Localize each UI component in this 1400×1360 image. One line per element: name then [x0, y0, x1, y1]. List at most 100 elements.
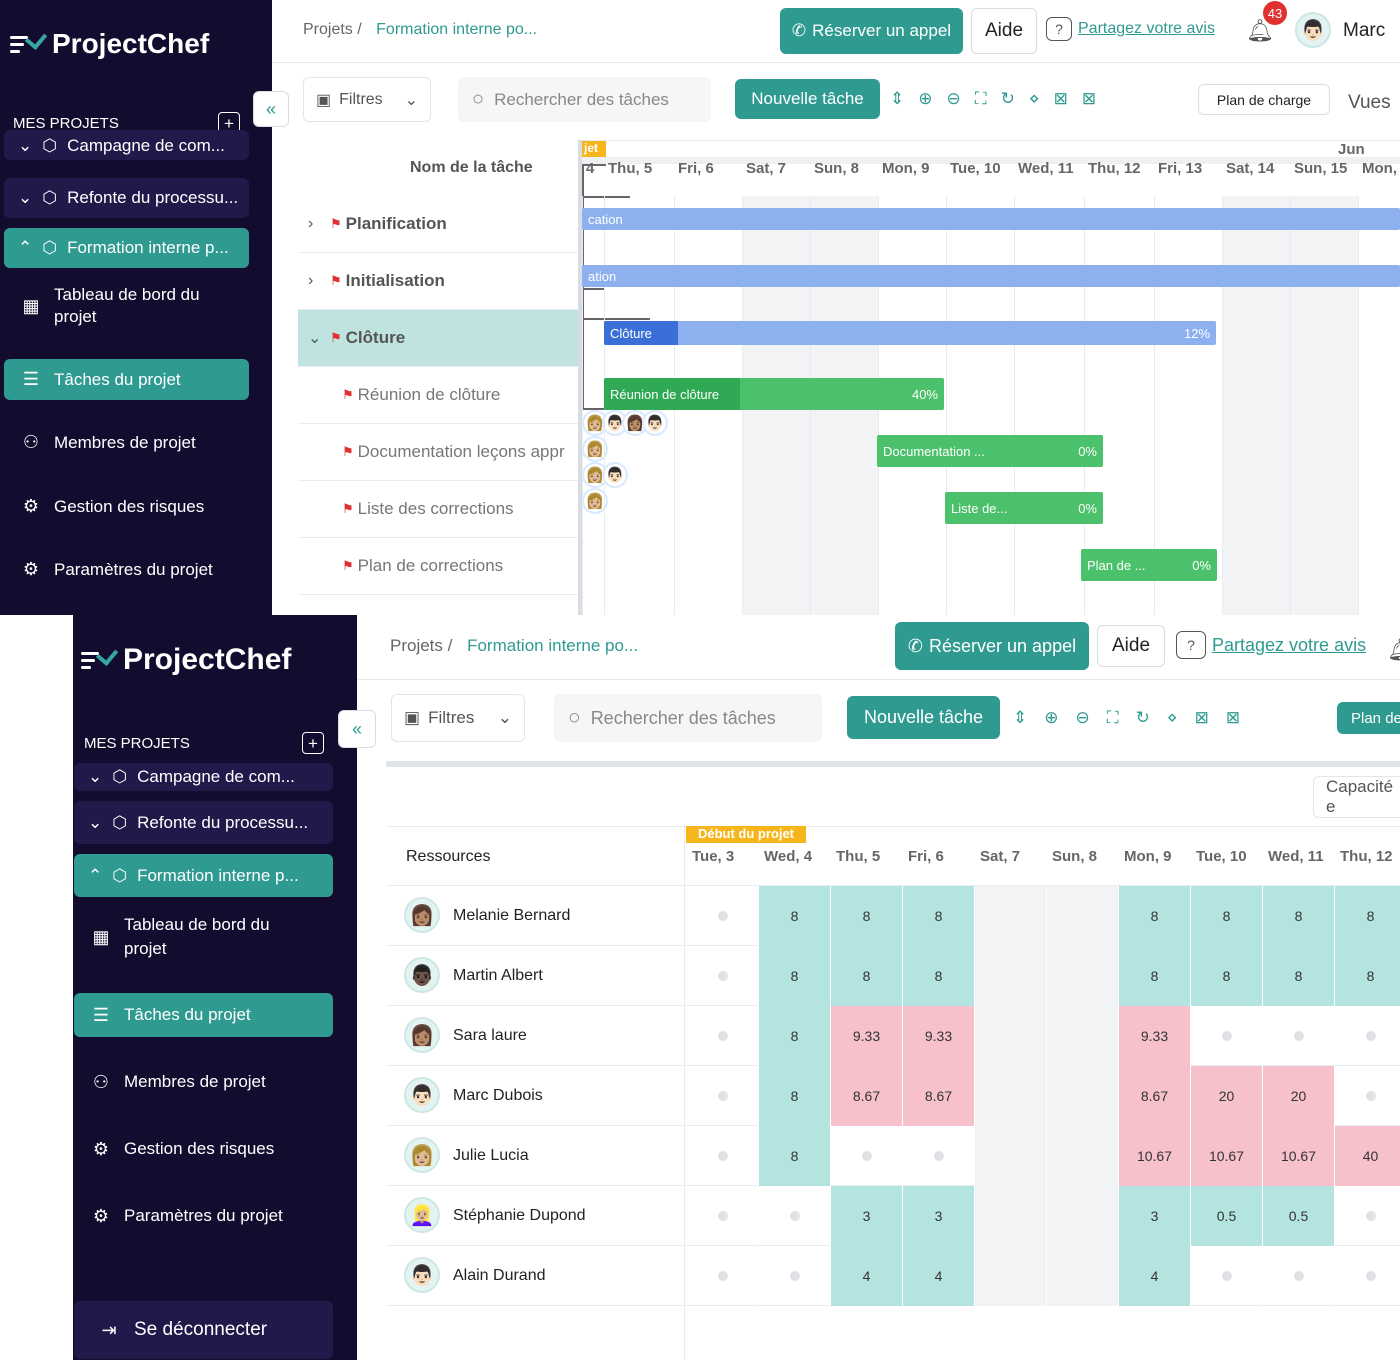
capacity-cell[interactable] — [1046, 1126, 1118, 1186]
capacity-cell[interactable]: 4 — [1118, 1246, 1190, 1306]
expand-collapse-icon[interactable]: ⇕ — [890, 89, 904, 109]
nav-tasks[interactable]: ☰ Tâches du projet — [4, 359, 249, 400]
capacity-cell[interactable] — [1046, 946, 1118, 1006]
capacity-cell[interactable] — [830, 1126, 902, 1186]
capacity-cell[interactable]: 3 — [830, 1186, 902, 1246]
collapse-sidebar-button[interactable]: « — [253, 91, 289, 127]
feedback-link[interactable]: ? Partagez votre avis — [1176, 631, 1366, 659]
collapse-sidebar-button[interactable]: « — [338, 710, 376, 748]
project-campagne[interactable]: ⌄ ⬡ Campagne de com... — [74, 763, 333, 791]
capacity-cell[interactable]: 9.33 — [1118, 1006, 1190, 1066]
capacity-cell[interactable]: 10.67 — [1262, 1126, 1334, 1186]
project-refonte[interactable]: ⌄ ⬡ Refonte du processu... — [4, 178, 249, 218]
capacity-cell[interactable]: 3 — [902, 1186, 974, 1246]
bar-initialisation[interactable]: ation — [582, 265, 1400, 287]
breadcrumb-current[interactable]: Formation interne po... — [467, 636, 638, 655]
capacity-cell[interactable]: 10.67 — [1190, 1126, 1262, 1186]
project-refonte[interactable]: ⌄ ⬡ Refonte du processu... — [74, 801, 333, 844]
capacity-cell[interactable]: 8 — [1190, 946, 1262, 1006]
search-input[interactable]: Rechercher des tâches — [494, 90, 669, 110]
task-row-task[interactable]: ⚑ Documentation leçons appr — [298, 424, 578, 481]
logout-button[interactable]: ⇥ Se déconnecter — [74, 1301, 333, 1359]
capacity-cell[interactable] — [974, 1246, 1046, 1306]
capacity-cell[interactable] — [902, 1126, 974, 1186]
capacity-dropdown[interactable]: Capacité e — [1313, 776, 1400, 818]
capacity-cell[interactable]: 8 — [758, 886, 830, 946]
resource-row[interactable]: 👱🏼‍♀️ Stéphanie Dupond 3 3 3 0.5 0.5 — [386, 1186, 1400, 1246]
share-icon[interactable]: ⋄ — [1167, 708, 1178, 728]
capacity-cell[interactable]: 0.5 — [1262, 1186, 1334, 1246]
capacity-cell[interactable]: 8 — [758, 1006, 830, 1066]
book-call-button[interactable]: ✆ Réserver un appel — [895, 622, 1089, 670]
capacity-cell[interactable]: 9.33 — [830, 1006, 902, 1066]
project-formation[interactable]: ⌃ ⬡ Formation interne p... — [74, 854, 333, 897]
capacity-cell[interactable] — [974, 886, 1046, 946]
capacity-cell[interactable] — [974, 1186, 1046, 1246]
excel-import-icon[interactable]: ⊠ — [1195, 708, 1209, 728]
capacity-cell[interactable]: 9.33 — [902, 1006, 974, 1066]
bar-planification[interactable]: cation — [582, 208, 1400, 230]
bar-cloture[interactable]: Clôture 12% — [604, 321, 1216, 345]
capacity-cell[interactable] — [1190, 1246, 1262, 1306]
capacity-cell[interactable] — [1262, 1006, 1334, 1066]
excel-export-icon[interactable]: ⊠ — [1082, 89, 1096, 109]
share-icon[interactable]: ⋄ — [1029, 89, 1040, 109]
capacity-cell[interactable] — [758, 1186, 830, 1246]
resource-row[interactable]: 👨🏻 Alain Durand 4 4 4 — [386, 1246, 1400, 1306]
capacity-cell[interactable] — [758, 1246, 830, 1306]
user-avatar[interactable]: 👨🏻 — [1295, 12, 1331, 48]
capacity-cell[interactable] — [1334, 1006, 1400, 1066]
capacity-cell[interactable]: 20 — [1262, 1066, 1334, 1126]
resource-row[interactable]: 👩🏽 Sara laure 8 9.33 9.33 9.33 — [386, 1006, 1400, 1066]
nav-dashboard[interactable]: ▦ Tableau de bord du projet — [4, 282, 249, 330]
resource-row[interactable]: 👩🏼 Julie Lucia 8 10.67 10.67 10.67 40 — [386, 1126, 1400, 1186]
workload-button[interactable]: Plan de charge — [1198, 84, 1330, 115]
resource-row[interactable]: 👩🏽 Melanie Bernard 8 8 8 8 8 8 8 — [386, 886, 1400, 946]
breadcrumb-current[interactable]: Formation interne po... — [376, 21, 537, 38]
capacity-cell[interactable] — [686, 1126, 758, 1186]
resource-row[interactable]: 👨🏿 Martin Albert 8 8 8 8 8 8 8 — [386, 946, 1400, 1006]
fullscreen-icon[interactable]: ⛶ — [975, 89, 987, 109]
task-row-group[interactable]: › ⚑ Planification — [298, 196, 578, 253]
capacity-cell[interactable]: 8 — [1334, 946, 1400, 1006]
task-row-task[interactable]: ⚑ Réunion de clôture — [298, 367, 578, 424]
chevron-right-icon[interactable]: › — [308, 215, 330, 233]
capacity-cell[interactable]: 8 — [758, 1066, 830, 1126]
bar-task-0[interactable]: Réunion de clôture 40% — [604, 378, 944, 410]
capacity-cell[interactable] — [686, 1006, 758, 1066]
capacity-cell[interactable]: 8 — [758, 946, 830, 1006]
refresh-icon[interactable]: ↻ — [1001, 89, 1015, 109]
capacity-cell[interactable] — [1046, 1186, 1118, 1246]
capacity-cell[interactable]: 8 — [902, 886, 974, 946]
capacity-cell[interactable] — [1262, 1246, 1334, 1306]
capacity-cell[interactable]: 8 — [1334, 886, 1400, 946]
excel-import-icon[interactable]: ⊠ — [1054, 89, 1068, 109]
capacity-cell[interactable] — [1334, 1066, 1400, 1126]
capacity-cell[interactable]: 0.5 — [1190, 1186, 1262, 1246]
capacity-cell[interactable]: 4 — [902, 1246, 974, 1306]
capacity-cell[interactable]: 8.67 — [1118, 1066, 1190, 1126]
capacity-cell[interactable] — [1046, 1246, 1118, 1306]
resource-row[interactable]: 👨🏻 Marc Dubois 8 8.67 8.67 8.67 20 20 — [386, 1066, 1400, 1126]
capacity-cell[interactable]: 8.67 — [902, 1066, 974, 1126]
capacity-cell[interactable]: 8 — [830, 886, 902, 946]
app-logo[interactable]: ProjectChef — [10, 27, 209, 60]
filters-dropdown[interactable]: ▣ Filtres ⌄ — [391, 694, 525, 742]
feedback-link[interactable]: ? Partagez votre avis — [1046, 17, 1215, 41]
capacity-cell[interactable]: 40 — [1334, 1126, 1400, 1186]
app-logo[interactable]: ProjectChef — [81, 643, 291, 677]
chevron-right-icon[interactable]: › — [308, 272, 330, 290]
capacity-cell[interactable] — [1046, 1066, 1118, 1126]
capacity-cell[interactable]: 10.67 — [1118, 1126, 1190, 1186]
capacity-cell[interactable] — [686, 886, 758, 946]
capacity-cell[interactable]: 8 — [1118, 946, 1190, 1006]
help-button[interactable]: Aide — [971, 8, 1037, 54]
add-project-icon[interactable]: + — [302, 732, 324, 754]
capacity-cell[interactable]: 8 — [830, 946, 902, 1006]
capacity-cell[interactable] — [974, 1126, 1046, 1186]
task-row-group[interactable]: › ⚑ Initialisation — [298, 253, 578, 310]
zoom-in-icon[interactable]: ⊕ — [918, 89, 932, 109]
capacity-cell[interactable]: 8 — [1262, 946, 1334, 1006]
zoom-out-icon[interactable]: ⊖ — [1076, 708, 1090, 728]
nav-risks[interactable]: ⚙ Gestion des risques — [4, 486, 249, 527]
